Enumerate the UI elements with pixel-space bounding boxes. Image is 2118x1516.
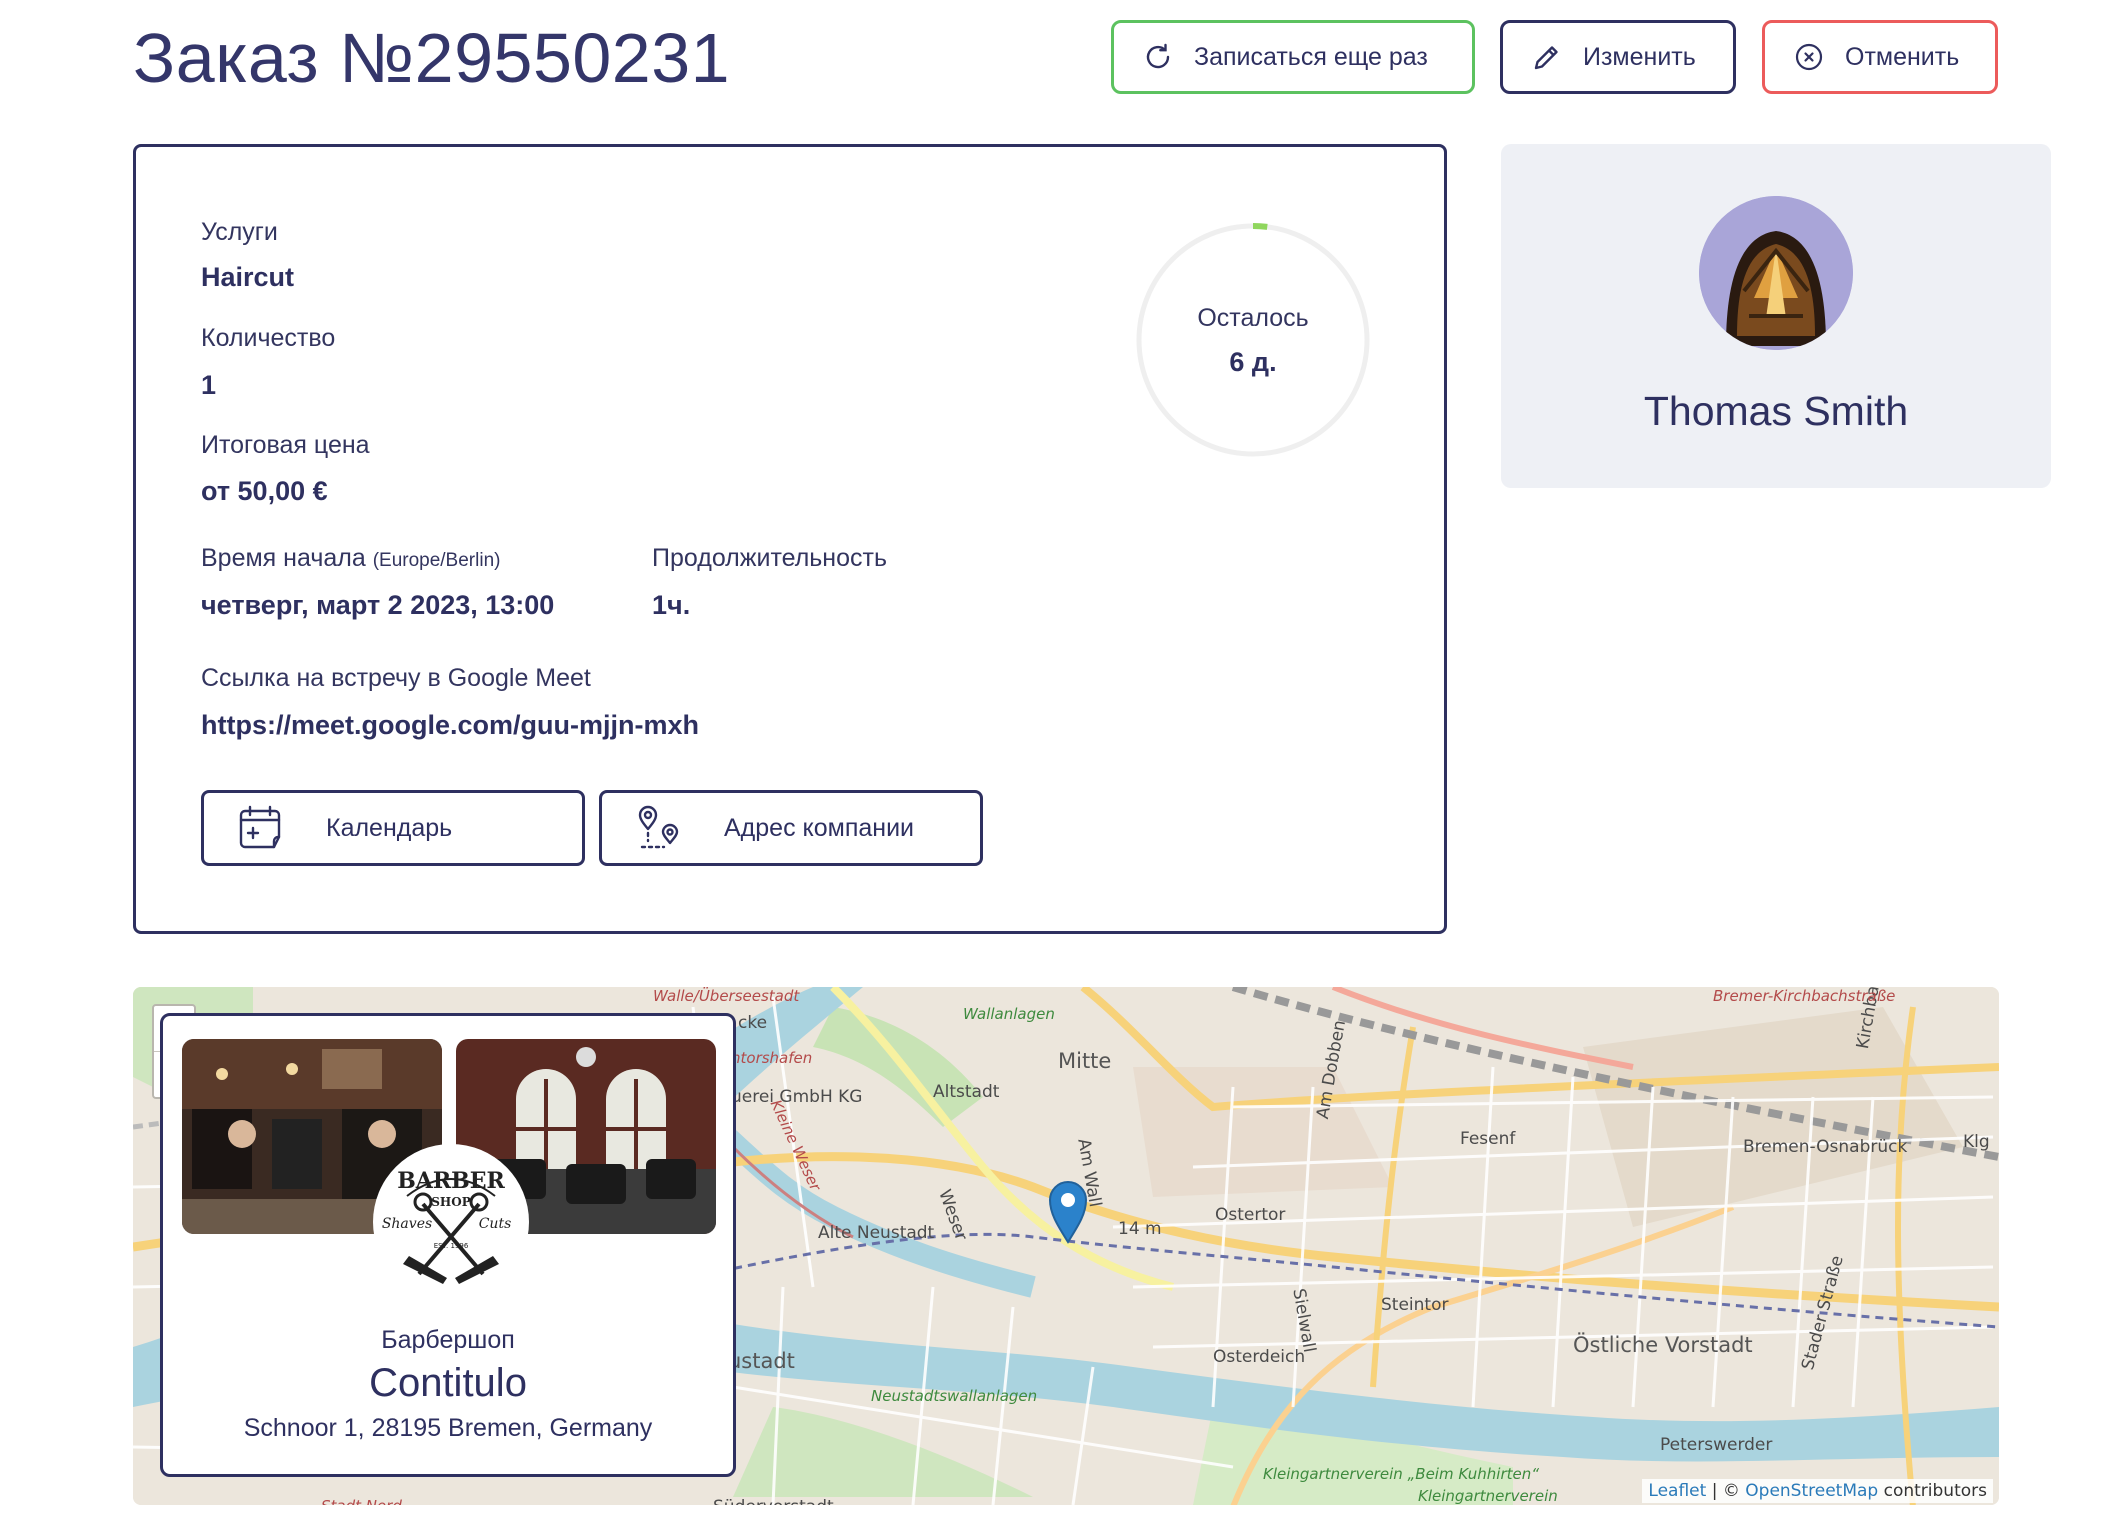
svg-text:BARBER: BARBER <box>397 1168 505 1194</box>
attribution-contributors: contributors <box>1878 1481 1987 1501</box>
map-label: Bremen-Osnabrück <box>1743 1137 1908 1157</box>
map-label: Kleingartnerverein <box>1418 1487 1558 1505</box>
quantity-label: Количество <box>201 324 336 352</box>
attribution-separator: | © <box>1706 1481 1746 1501</box>
map-label: ustadt <box>728 1349 795 1373</box>
svg-text:Cuts: Cuts <box>479 1216 512 1232</box>
avatar-image <box>1699 196 1853 350</box>
map-label: Mitte <box>1058 1049 1112 1073</box>
cancel-button-label: Отменить <box>1845 42 1960 71</box>
map-label: Osterdeich <box>1213 1347 1306 1367</box>
leaflet-link[interactable]: Leaflet <box>1648 1481 1706 1501</box>
svg-text:SHOP: SHOP <box>431 1195 470 1209</box>
refresh-icon <box>1146 43 1170 69</box>
rebook-button[interactable]: Записаться еще раз <box>1111 20 1475 94</box>
company-address-button[interactable]: Адрес компании <box>599 790 983 866</box>
map-label: cke <box>738 1013 768 1033</box>
map-label: Wallanlagen <box>963 1005 1055 1023</box>
barber-shop-logo-icon: BARBER SHOP Shaves Cuts EST. 1996 <box>375 1146 527 1298</box>
map-label: Peterswerder <box>1660 1435 1773 1455</box>
map-label: Bremer-Kirchbachstraße <box>1713 987 1896 1005</box>
map-label: Steintor <box>1381 1295 1449 1315</box>
map-label: Altstadt <box>933 1082 1000 1102</box>
price-value: от 50,00 € <box>201 476 328 506</box>
svg-text:Shaves: Shaves <box>382 1216 432 1232</box>
meet-link-label: Ссылка на встречу в Google Meet <box>201 664 591 692</box>
duration-value: 1ч. <box>652 590 691 620</box>
close-circle-icon <box>1795 43 1823 71</box>
remaining-value: 6 д. <box>1229 347 1277 377</box>
map-label: Walle/Überseestadt <box>653 987 800 1005</box>
map-label: 14 m <box>1118 1219 1162 1239</box>
cancel-button[interactable]: Отменить <box>1762 20 1998 94</box>
map-label: Stadt Nord <box>321 1497 402 1505</box>
pencil-icon <box>1534 46 1558 70</box>
provider-avatar[interactable] <box>1699 196 1853 350</box>
services-value: Haircut <box>201 262 295 292</box>
osm-link[interactable]: OpenStreetMap <box>1745 1481 1878 1501</box>
calendar-add-icon <box>239 805 281 849</box>
timezone-text: (Europe/Berlin) <box>372 550 501 571</box>
page-title: Заказ №29550231 <box>133 19 731 97</box>
map-route-icon <box>638 805 679 849</box>
company-map[interactable]: Walle/Überseestadt Wallanlagen Mitte Altsta… <box>133 987 1999 1505</box>
barbershop-logo: BARBER SHOP Shaves Cuts EST. 1996 <box>373 1144 529 1300</box>
map-label: Alte Neustadt <box>818 1223 935 1243</box>
company-address: Schnoor 1, 28195 Bremen, Germany <box>243 1414 653 1442</box>
price-label: Итоговая цена <box>201 431 370 459</box>
map-label: Südervorstadt <box>713 1497 834 1505</box>
company-name: Contitulo <box>369 1361 527 1405</box>
map-label: uerei GmbH KG <box>731 1087 863 1107</box>
quantity-value: 1 <box>201 370 217 400</box>
company-address-button-label: Адрес компании <box>724 813 915 842</box>
start-time-value: четверг, март 2 2023, 13:00 <box>201 590 555 620</box>
edit-button[interactable]: Изменить <box>1500 20 1736 94</box>
map-attribution: Leaflet | © OpenStreetMap contributors <box>1642 1479 1993 1503</box>
meet-link-value[interactable]: https://meet.google.com/guu-mjjn-mxh <box>201 710 699 741</box>
remaining-label: Осталось <box>1197 304 1309 332</box>
map-label: Ostertor <box>1215 1205 1286 1225</box>
remaining-text: Осталось 6 д. <box>1135 304 1371 378</box>
company-info-card: BARBER SHOP Shaves Cuts EST. 1996 Барбер… <box>160 1013 736 1477</box>
map-label: ntorshafen <box>731 1049 813 1067</box>
svg-text:EST. 1996: EST. 1996 <box>434 1242 469 1250</box>
edit-button-label: Изменить <box>1583 42 1696 71</box>
map-label: Neustadtswallanlagen <box>871 1387 1038 1405</box>
rebook-button-label: Записаться еще раз <box>1194 42 1428 71</box>
location-marker-icon[interactable] <box>1048 1180 1088 1244</box>
map-label: Östliche Vorstadt <box>1573 1333 1753 1357</box>
calendar-button[interactable]: Календарь <box>201 790 585 866</box>
calendar-button-label: Календарь <box>326 813 453 842</box>
provider-name: Thomas Smith <box>1643 388 1909 434</box>
services-label: Услуги <box>201 218 278 246</box>
start-time-label: Время начала (Europe/Berlin) <box>201 544 500 573</box>
duration-label: Продолжительность <box>652 544 887 572</box>
map-label: Kleingartnerverein „Beim Kuhhirten“ <box>1263 1465 1540 1483</box>
company-type: Барбершоп <box>381 1326 515 1354</box>
start-time-label-text: Время начала <box>201 544 366 572</box>
map-label: Fesenf <box>1460 1129 1516 1149</box>
map-label: Klg <box>1963 1132 1990 1152</box>
